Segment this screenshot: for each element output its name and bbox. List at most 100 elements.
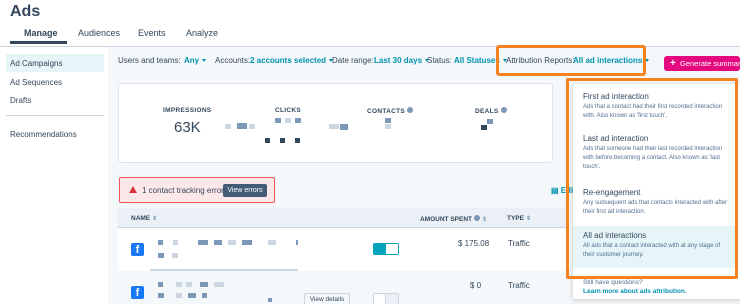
redacted-block	[340, 124, 348, 130]
info-icon[interactable]	[500, 107, 507, 113]
status-label: Status:	[427, 56, 452, 65]
view-details-button[interactable]: View details	[304, 293, 350, 304]
redacted-block	[158, 282, 163, 287]
column-type-label: TYPE	[507, 215, 524, 222]
date-range-value: Last 30 days	[374, 56, 423, 65]
accounts-dropdown[interactable]: 2 accounts selected	[250, 56, 334, 65]
redacted-block	[172, 253, 178, 258]
sidebar-item-recommendations[interactable]: Recommendations	[10, 130, 77, 139]
sort-icon: ⇕	[152, 216, 158, 222]
contacts-label: CONTACTS	[367, 107, 414, 115]
table-row[interactable]: f $ 175.08 Traffic	[118, 229, 568, 272]
column-amount-label: AMOUNT SPENT	[420, 216, 472, 223]
clicks-label: CLICKS	[275, 107, 301, 114]
tab-audiences[interactable]: Audiences	[78, 28, 120, 38]
ad-type-value: Traffic	[508, 281, 530, 290]
redacted-block	[200, 282, 208, 287]
column-type[interactable]: TYPE ⇕	[507, 215, 531, 222]
redacted-block	[385, 118, 391, 123]
campaigns-table: NAME ⇕ AMOUNT SPENT ⇕ TYPE ⇕ f $ 175.08 Tra…	[118, 208, 568, 304]
table-row[interactable]: f View details $ 0 Traffic	[118, 271, 568, 304]
top-header: Ads Manage Audiences Events Analyze	[0, 0, 740, 47]
redacted-block	[487, 119, 493, 124]
redacted-block	[176, 293, 182, 298]
redacted-block	[225, 124, 231, 129]
page-title: Ads	[10, 3, 41, 20]
amount-spent-value: $ 175.08	[458, 239, 490, 248]
column-name[interactable]: NAME ⇕	[131, 215, 157, 222]
redacted-block	[158, 240, 163, 245]
amount-spent-value: $ 0	[470, 281, 482, 290]
accounts-label: Accounts:	[215, 56, 251, 65]
dropdown-highlight-box	[566, 78, 738, 279]
tab-events[interactable]: Events	[138, 28, 166, 38]
redacted-block	[295, 138, 300, 143]
active-toggle[interactable]	[373, 243, 399, 255]
impressions-label: IMPRESSIONS	[163, 107, 212, 114]
users-teams-dropdown[interactable]: Any	[184, 56, 207, 65]
sidebar-divider	[6, 115, 104, 116]
generate-summary-label: Generate summary	[680, 59, 740, 68]
help-text: Still have questions?	[583, 279, 643, 286]
users-teams-value: Any	[184, 56, 200, 65]
redacted-block	[158, 253, 164, 258]
sidebar-item-drafts[interactable]: Drafts	[10, 96, 31, 105]
users-teams-label: Users and teams:	[118, 56, 181, 65]
deals-label-text: DEALS	[475, 108, 499, 115]
toggle-knob	[374, 294, 386, 304]
sidebar: Ad Campaigns Ad Sequences Drafts Recomme…	[0, 47, 108, 304]
redacted-block	[265, 138, 270, 143]
redacted-block	[242, 240, 252, 245]
attribution-highlight-box	[496, 45, 646, 76]
redacted-block	[268, 240, 276, 245]
impressions-value: 63K	[174, 119, 201, 136]
table-header: NAME ⇕ AMOUNT SPENT ⇕ TYPE ⇕	[118, 208, 568, 228]
plus-icon: +	[670, 58, 676, 69]
view-errors-button[interactable]: View errors	[223, 184, 267, 197]
tab-analyze[interactable]: Analyze	[186, 28, 218, 38]
generate-summary-button[interactable]: + Generate summary	[664, 56, 740, 71]
redacted-block	[249, 124, 255, 129]
redacted-block	[385, 124, 391, 129]
column-amount-spent[interactable]: AMOUNT SPENT ⇕	[420, 215, 487, 223]
sort-icon: ⇕	[525, 216, 532, 222]
redacted-block	[214, 240, 222, 245]
tracking-error-banner: 1 contact tracking error View errors	[119, 177, 275, 203]
redacted-block	[296, 240, 298, 245]
learn-more-link[interactable]: Learn more about ads attribution.	[583, 288, 687, 295]
info-icon[interactable]	[407, 107, 414, 113]
tracking-error-text: 1 contact tracking error	[142, 186, 224, 195]
redacted-block	[176, 282, 182, 287]
facebook-icon: f	[131, 286, 144, 299]
redacted-block	[295, 118, 301, 123]
sort-icon: ⇕	[482, 217, 488, 223]
date-range-dropdown[interactable]: Last 30 days	[374, 56, 430, 65]
redacted-block	[198, 240, 208, 245]
column-name-label: NAME	[131, 215, 151, 222]
redacted-block	[329, 124, 339, 129]
ad-type-value: Traffic	[508, 239, 530, 248]
deals-label: DEALS	[475, 107, 507, 115]
redacted-block	[285, 118, 291, 123]
facebook-icon: f	[131, 243, 144, 256]
redacted-block	[268, 298, 272, 302]
redacted-block	[158, 293, 164, 298]
redacted-block	[186, 282, 192, 287]
inactive-toggle[interactable]	[373, 293, 399, 304]
toggle-knob	[386, 244, 398, 254]
active-tab-indicator	[10, 41, 67, 44]
chevron-down-icon	[202, 59, 207, 62]
redacted-block	[188, 293, 196, 298]
redacted-block	[214, 282, 224, 287]
accounts-value: 2 accounts selected	[250, 56, 327, 65]
contacts-label-text: CONTACTS	[367, 108, 406, 115]
status-value: All Statuses	[454, 56, 500, 65]
tab-manage[interactable]: Manage	[24, 28, 58, 38]
sidebar-item-ad-campaigns[interactable]: Ad Campaigns	[10, 59, 62, 68]
redacted-block	[173, 240, 178, 245]
redacted-block	[228, 240, 236, 245]
sidebar-item-ad-sequences[interactable]: Ad Sequences	[10, 78, 62, 87]
warning-icon	[129, 186, 137, 193]
redacted-block	[280, 138, 285, 143]
date-range-label: Date range:	[332, 56, 374, 65]
